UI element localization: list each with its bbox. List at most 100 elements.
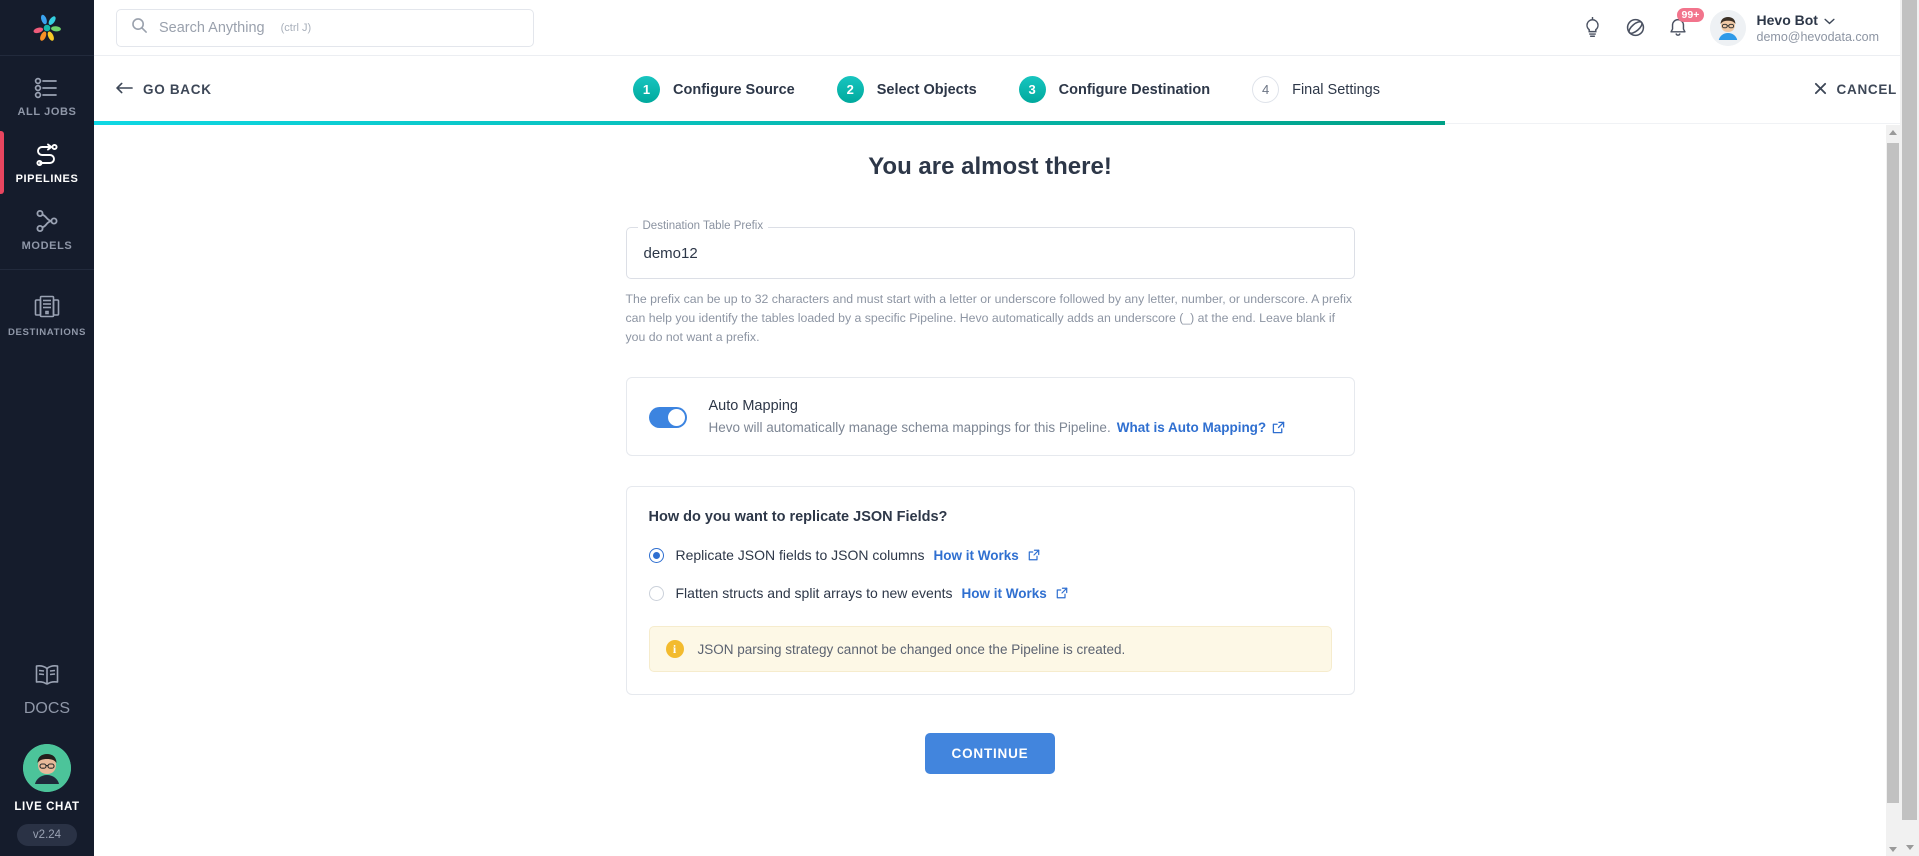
step-label: Configure Destination [1058,81,1211,98]
step-number: 3 [1018,76,1046,103]
sidebar-item-docs[interactable]: DOCS [24,653,70,744]
close-icon [1814,82,1827,98]
search-shortcut: (ctrl J) [280,21,312,34]
sidebar-item-label: Models [21,240,73,252]
lightbulb-icon[interactable] [1582,16,1603,39]
auto-mapping-description-row: Hevo will automatically manage schema ma… [709,420,1332,435]
scroll-down-button[interactable] [1886,842,1900,856]
cancel-label: CANCEL [1836,82,1897,97]
auto-mapping-toggle[interactable] [648,407,687,428]
arrow-left-icon [116,82,133,97]
list-icon [34,77,60,99]
search-icon [131,17,148,39]
step-label: Select Objects [876,81,977,98]
scroll-up-button[interactable] [1886,125,1900,139]
external-link-icon[interactable] [1272,421,1285,434]
step-label: Configure Source [673,81,795,98]
destination-table-prefix-input[interactable]: Destination Table Prefix demo12 [625,220,1355,279]
window-scrollbar-thumb[interactable] [1902,0,1917,820]
continue-button[interactable]: CONTINUE [924,733,1056,774]
destination-table-prefix-label: Destination Table Prefix [637,220,769,232]
destination-table-prefix-value: demo12 [643,244,698,262]
json-option-label: Replicate JSON fields to JSON columns [675,547,925,563]
step-number: 1 [633,76,661,103]
user-name-row: Hevo Bot [1757,12,1879,28]
go-back-label: GO BACK [143,82,212,97]
how-it-works-link[interactable]: How it Works [962,586,1047,601]
sidebar-item-label: DOCS [23,700,71,717]
auto-mapping-title: Auto Mapping [708,398,798,414]
external-link-icon[interactable] [1056,587,1068,599]
notification-badge: 99+ [1676,7,1705,22]
page-title: You are almost there! [868,153,1112,180]
step-final-settings[interactable]: 4 Final Settings [1252,76,1380,103]
json-option-label-row: Flatten structs and split arrays to new … [676,585,1068,601]
bell-icon[interactable]: 99+ [1668,7,1705,39]
info-circle-icon: i [665,640,684,658]
json-fields-question: How do you want to replicate JSON Fields… [648,509,948,525]
version-badge: v2.24 [16,824,78,846]
chevron-down-icon[interactable] [1824,12,1835,28]
json-fields-card: How do you want to replicate JSON Fields… [625,486,1355,695]
json-option-replicate[interactable]: Replicate JSON fields to JSON columns Ho… [648,547,1332,563]
sidebar-nav: All Jobs Pipelines [0,56,94,349]
user-email: demo@hevodata.com [1756,29,1879,44]
content-scrollbar[interactable] [1886,125,1900,856]
how-it-works-link[interactable]: How it Works [933,548,1018,563]
json-info-text: JSON parsing strategy cannot be changed … [697,641,1126,657]
auto-mapping-card: Auto Mapping Hevo will automatically man… [625,377,1355,456]
cancel-button[interactable]: CANCEL [1814,82,1897,98]
user-menu[interactable]: Hevo Bot demo@hevodata.com [1709,9,1879,46]
sidebar-item-models[interactable]: Models [0,196,94,263]
destinations-icon [33,294,61,320]
sidebar-divider [0,269,94,270]
avatar [1709,9,1746,46]
content-scrollbar-thumb[interactable] [1887,143,1899,803]
radio-icon[interactable] [648,585,664,601]
stepper: 1 Configure Source 2 Select Objects 3 Co… [94,56,1919,123]
step-configure-destination[interactable]: 3 Configure Destination [1018,76,1211,103]
sidebar: All Jobs Pipelines [0,0,94,856]
app-root: All Jobs Pipelines [0,0,1919,856]
continue-row: CONTINUE [626,733,1355,814]
stepper-bar: GO BACK 1 Configure Source 2 Select Obje… [94,56,1919,126]
auto-mapping-description: Hevo will automatically manage schema ma… [708,420,1111,435]
step-number: 2 [836,76,864,103]
json-info-banner: i JSON parsing strategy cannot be change… [648,626,1332,672]
book-icon [33,663,61,692]
final-settings-form: Destination Table Prefix demo12 The pref… [625,181,1355,814]
sidebar-item-label: All Jobs [17,106,77,118]
prefix-help-text: The prefix can be up to 32 characters an… [625,292,1353,344]
sidebar-item-label: Destinations [8,327,86,338]
compass-icon[interactable] [1625,17,1646,38]
window-scroll-down-button[interactable] [1900,839,1919,856]
external-link-icon[interactable] [1028,549,1040,561]
sidebar-item-destinations[interactable]: Destinations [0,274,94,349]
models-icon [34,209,60,233]
main-area: Search Anything (ctrl J) 99+ Hevo Bot de… [94,0,1919,856]
step-number: 4 [1252,76,1280,103]
step-select-objects[interactable]: 2 Select Objects [836,76,977,103]
json-option-label: Flatten structs and split arrays to new … [675,585,953,601]
json-option-label-row: Replicate JSON fields to JSON columns Ho… [676,547,1040,563]
what-is-auto-mapping-link[interactable]: What is Auto Mapping? [1117,420,1266,435]
sidebar-item-label: Pipelines [15,173,79,185]
user-name: Hevo Bot [1756,11,1818,28]
topbar: Search Anything (ctrl J) 99+ Hevo Bot de… [94,0,1919,56]
hevo-logo-icon[interactable] [0,0,94,56]
json-option-flatten[interactable]: Flatten structs and split arrays to new … [648,585,1332,601]
go-back-button[interactable]: GO BACK [116,82,212,97]
search-input[interactable]: Search Anything (ctrl J) [116,8,534,47]
live-chat-avatar[interactable] [23,744,71,792]
step-label: Final Settings [1292,81,1380,98]
topbar-actions: 99+ Hevo Bot demo@hevodata.com [1582,7,1901,46]
sidebar-bottom: DOCS LIVE CHAT v2.24 [0,653,94,856]
sidebar-item-all-jobs[interactable]: All Jobs [0,64,94,129]
live-chat-label: LIVE CHAT [14,801,80,813]
radio-icon[interactable] [648,547,664,563]
step-configure-source[interactable]: 1 Configure Source [633,76,795,103]
pipelines-icon [33,142,61,166]
window-scrollbar[interactable] [1900,0,1919,856]
content-scroll-area: You are almost there! Destination Table … [94,125,1886,856]
sidebar-item-pipelines[interactable]: Pipelines [0,129,94,196]
